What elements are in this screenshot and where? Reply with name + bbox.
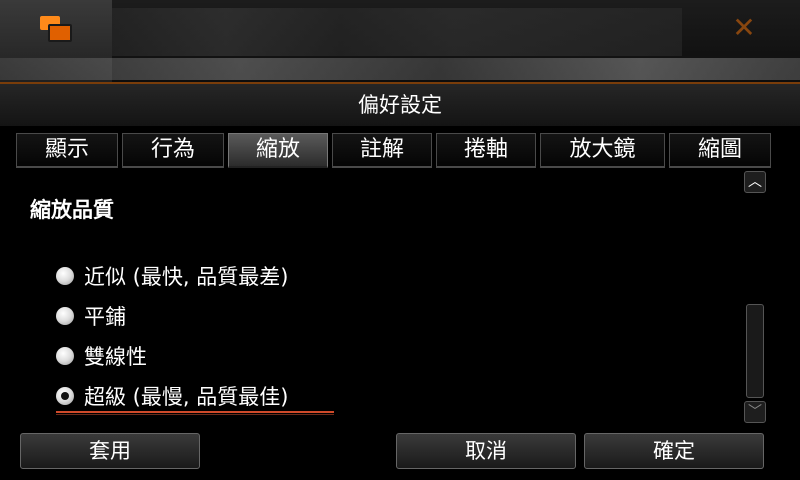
radio-button-checked[interactable] (56, 387, 74, 405)
tab-bar: 顯示 行為 縮放 註解 捲軸 放大鏡 縮圖 (16, 133, 771, 168)
option-label: 雙線性 (84, 345, 147, 369)
chevron-down-icon[interactable]: ﹀ (744, 401, 766, 423)
tab-display[interactable]: 顯示 (16, 133, 118, 168)
tab-behavior[interactable]: 行為 (122, 133, 224, 168)
focus-underline-shadow (56, 414, 334, 415)
tab-scrolling[interactable]: 捲軸 (436, 133, 536, 168)
focus-underline (56, 411, 334, 413)
option-tiled[interactable]: 平鋪 (56, 296, 288, 336)
radio-button[interactable] (56, 307, 74, 325)
section-title: 縮放品質 (30, 198, 114, 222)
option-label: 平鋪 (84, 305, 126, 329)
tab-thumbnails[interactable]: 縮圖 (669, 133, 771, 168)
tab-zoom[interactable]: 縮放 (228, 133, 328, 168)
zoom-quality-options: 近似 (最快, 品質最差) 平鋪 雙線性 超級 (最慢, 品質最佳) (56, 256, 288, 416)
close-icon: ✕ (732, 11, 756, 44)
option-label: 超級 (最慢, 品質最佳) (84, 385, 289, 409)
blurred-background-bottom (0, 58, 800, 80)
option-super[interactable]: 超級 (最慢, 品質最佳) (56, 376, 288, 416)
ok-button[interactable]: 確定 (584, 433, 764, 469)
chevron-up-icon[interactable]: ︿ (744, 171, 766, 193)
cancel-button[interactable]: 取消 (396, 433, 576, 469)
tab-magnifier[interactable]: 放大鏡 (540, 133, 665, 168)
option-label: 近似 (最快, 品質最差) (84, 265, 289, 289)
blurred-background (112, 8, 682, 56)
app-icon-square-front (48, 24, 72, 42)
option-approximate[interactable]: 近似 (最快, 品質最差) (56, 256, 288, 296)
apply-button[interactable]: 套用 (20, 433, 200, 469)
dialog-title: 偏好設定 (0, 84, 800, 126)
option-bilinear[interactable]: 雙線性 (56, 336, 288, 376)
scrollbar-thumb[interactable] (746, 304, 764, 398)
background-app-bar: ✕ (0, 0, 800, 84)
radio-button[interactable] (56, 347, 74, 365)
radio-button[interactable] (56, 267, 74, 285)
tab-annotations[interactable]: 註解 (332, 133, 432, 168)
